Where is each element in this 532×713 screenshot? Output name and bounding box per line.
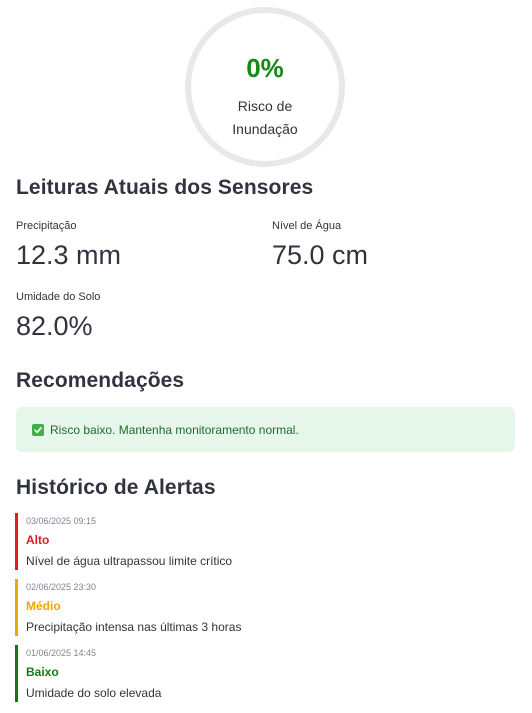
sensors-title: Leituras Atuais dos Sensores (16, 176, 314, 199)
metric-label: Umidade do Solo (16, 291, 101, 303)
alert-message: Precipitação intensa nas últimas 3 horas (26, 620, 242, 634)
recommendation-alert: Risco baixo. Mantenha monitoramento norm… (16, 407, 515, 452)
alert-date: 03/06/2025 09:15 (26, 516, 97, 526)
risk-percent: 0% (246, 53, 284, 83)
metric-value: 75.0 cm (272, 240, 369, 270)
alerts-title: Histórico de Alertas (16, 476, 216, 499)
metric-value: 82.0% (16, 311, 93, 341)
recommendation-text: Risco baixo. Mantenha monitoramento norm… (50, 422, 299, 437)
alert-level: Alto (26, 533, 50, 547)
alert-message: Umidade do solo elevada (26, 686, 162, 700)
alert-date: 02/06/2025 23:30 (26, 582, 97, 592)
metric-label: Precipitação (16, 220, 77, 232)
alert-message: Nível de água ultrapassou limite crítico (26, 554, 233, 568)
check-icon (32, 423, 44, 436)
risk-label: Risco de Inundação (232, 98, 298, 137)
metric-value: 12.3 mm (16, 240, 122, 270)
alert-level: Baixo (26, 665, 59, 679)
alert-item: 02/06/2025 23:30 Médio Precipitação inte… (15, 579, 495, 636)
recommendations-title: Recomendações (16, 369, 185, 392)
metric-precipitation: Precipitação 12.3 mm (16, 220, 216, 271)
alert-item: 01/06/2025 14:45 Baixo Umidade do solo e… (15, 645, 495, 702)
alert-date: 01/06/2025 14:45 (26, 648, 97, 658)
risk-gauge-ring (185, 7, 345, 167)
metric-soil-humidity: Umidade do Solo 82.0% (16, 291, 216, 342)
alert-level: Médio (26, 599, 61, 613)
alert-item: 03/06/2025 09:15 Alto Nível de água ultr… (15, 513, 495, 570)
metric-water-level: Nível de Água 75.0 cm (272, 220, 472, 271)
metric-label: Nível de Água (272, 220, 342, 232)
risk-gauge: 0% Risco de Inundação (185, 7, 345, 167)
